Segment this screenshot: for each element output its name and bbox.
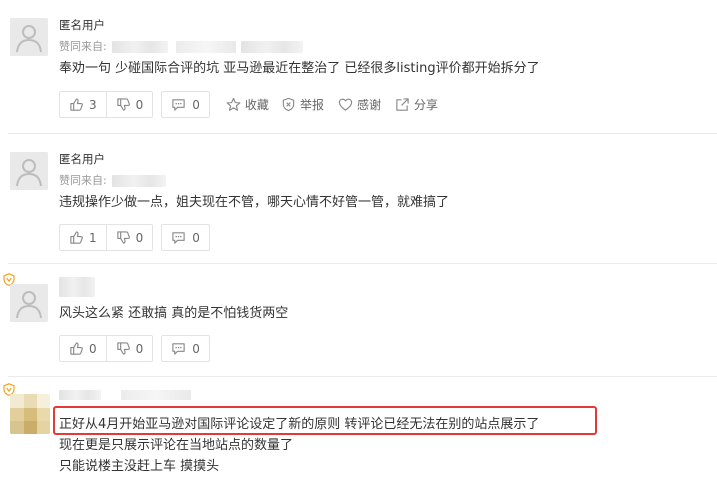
avatar[interactable]: [10, 152, 48, 190]
blurred-upvoter: [241, 41, 304, 53]
default-user-icon: [10, 152, 48, 190]
star-icon: [226, 97, 241, 111]
default-user-icon: [10, 18, 48, 56]
username[interactable]: 匿名用户: [59, 17, 105, 33]
upvoters-line: 赞同来自:: [59, 38, 304, 54]
thumbs-down-icon: [116, 342, 130, 355]
avatar[interactable]: [10, 18, 48, 56]
comment-item: 匿名用户 赞同来自: 违规操作少做一点，姐夫现在不管，哪天心情不好管一管，就难搞…: [0, 134, 717, 264]
downvote-count: 0: [135, 341, 144, 356]
comment-icon: [172, 99, 185, 111]
comment-item: 匿名用户 赞同来自: 奉劝一句 少碰国际合评的坑 亚马逊最近在整治了 已经很多l…: [0, 0, 717, 130]
comment-body: 违规操作少做一点，姐夫现在不管，哪天心情不好管一管，就难搞了: [59, 194, 449, 211]
downvote-button[interactable]: 0: [105, 225, 153, 250]
upvote-button[interactable]: 3: [60, 92, 106, 117]
blurred-upvoter: [112, 175, 167, 187]
avatar[interactable]: [10, 284, 48, 322]
blurred-upvoter: [175, 41, 236, 53]
default-user-icon: [10, 284, 48, 322]
upvoters-line: 赞同来自:: [59, 172, 167, 188]
downvote-count: 0: [135, 230, 144, 245]
comment-line: 违规操作少做一点，姐夫现在不管，哪天心情不好管一管，就难搞了: [59, 195, 450, 210]
upvoters-label: 赞同来自:: [59, 174, 107, 187]
comment-icon: [172, 343, 185, 355]
thumbs-up-icon: [70, 98, 83, 111]
comment-line: 现在更是只展示评论在当地站点的数量了: [59, 438, 294, 453]
blurred-name-block: [59, 277, 95, 297]
action-bar: 0 0 0: [59, 335, 210, 362]
blurred-upvoter: [112, 41, 169, 53]
action-bar: 1 0 0: [59, 224, 210, 251]
blurred-name-block: [59, 390, 101, 400]
upvote-button[interactable]: 1: [60, 225, 106, 250]
upvote-count: 3: [89, 97, 97, 112]
comment-icon: [172, 232, 185, 244]
thumbs-up-icon: [70, 342, 83, 355]
report-button[interactable]: 举报: [281, 96, 324, 113]
share-label: 分享: [413, 98, 438, 112]
upvote-count: 1: [89, 230, 97, 245]
favorite-button[interactable]: 收藏: [226, 96, 269, 113]
favorite-label: 收藏: [244, 98, 269, 112]
reply-button[interactable]: 0: [161, 91, 210, 118]
avatar[interactable]: [10, 394, 50, 434]
reply-count: 0: [192, 341, 200, 356]
comment-line: 奉劝一句 少碰国际合评的坑 亚马逊最近在整治了 已经很多listing评价都开始…: [59, 61, 540, 76]
thumbs-down-icon: [116, 231, 130, 244]
downvote-button[interactable]: 0: [105, 336, 153, 361]
highlight-box: [53, 406, 597, 435]
reply-count: 0: [192, 230, 200, 245]
action-bar: 3 0 0 收藏 举报 感谢 分享: [59, 91, 438, 118]
thanks-button[interactable]: 感谢: [338, 96, 381, 113]
username[interactable]: 匿名用户: [59, 151, 105, 167]
upvote-count: 0: [89, 341, 97, 356]
blurred-username[interactable]: [59, 388, 191, 401]
comment-line: 只能说楼主没赶上车 摸摸头: [59, 459, 220, 474]
thumbs-up-icon: [70, 231, 83, 244]
downvote-count: 0: [135, 97, 144, 112]
reply-button[interactable]: 0: [161, 224, 210, 251]
comment-line: 风头这么紧 还敢搞 真的是不怕钱货两空: [59, 306, 289, 321]
vote-group: 0 0: [59, 335, 154, 362]
downvote-button[interactable]: 0: [105, 92, 153, 117]
thanks-label: 感谢: [356, 98, 381, 112]
heart-icon: [338, 98, 353, 111]
comment-body: 风头这么紧 还敢搞 真的是不怕钱货两空: [59, 305, 288, 322]
comment-body: 奉劝一句 少碰国际合评的坑 亚马逊最近在整治了 已经很多listing评价都开始…: [59, 60, 540, 77]
blurred-username[interactable]: [59, 277, 95, 297]
report-label: 举报: [299, 98, 324, 112]
blurred-name-block: [120, 390, 191, 400]
report-icon: [282, 97, 295, 112]
comment-item: 风头这么紧 还敢搞 真的是不怕钱货两空 0 0 0: [0, 264, 717, 374]
thumbs-down-icon: [116, 98, 130, 111]
share-icon: [396, 98, 409, 111]
upvote-button[interactable]: 0: [60, 336, 106, 361]
share-button[interactable]: 分享: [395, 96, 438, 113]
reply-count: 0: [192, 97, 200, 112]
vote-group: 1 0: [59, 224, 154, 251]
vote-group: 3 0: [59, 91, 154, 118]
reply-button[interactable]: 0: [161, 335, 210, 362]
upvoters-label: 赞同来自:: [59, 40, 107, 53]
